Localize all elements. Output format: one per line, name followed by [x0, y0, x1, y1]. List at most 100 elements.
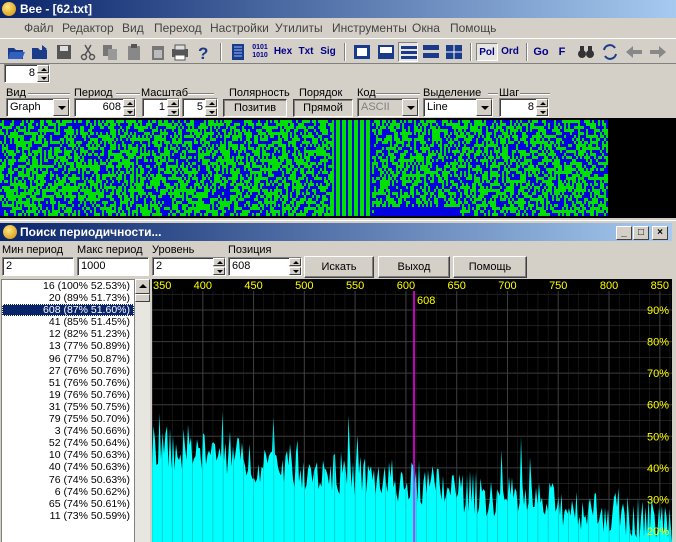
open-folder-icon[interactable]: [6, 42, 26, 62]
help-question-icon[interactable]: ?: [193, 42, 213, 62]
scroll-thumb[interactable]: [135, 294, 150, 302]
window-title-bar[interactable]: Bee - [62.txt]: [0, 0, 676, 18]
menu-windows[interactable]: Окна: [412, 21, 440, 35]
result-row[interactable]: 608 (87% 51.60%): [2, 304, 134, 317]
dialog-app-icon: [3, 225, 17, 239]
view-dropdown-arrow[interactable]: [53, 99, 69, 116]
spectrum-area: [152, 411, 672, 542]
polarity-positive-button[interactable]: Позитив: [223, 99, 287, 117]
max-period-input[interactable]: 1000: [77, 257, 149, 276]
result-row[interactable]: 3 (74% 50.66%): [2, 425, 134, 437]
dialog-title-bar[interactable]: Поиск периодичности... _ □ ×: [0, 223, 672, 241]
result-row[interactable]: 65 (74% 50.61%): [2, 498, 134, 510]
bit-view-icon[interactable]: [228, 42, 248, 62]
signal-mode-button[interactable]: Sig: [318, 43, 338, 61]
print-icon[interactable]: [170, 42, 190, 62]
level-spin-buttons[interactable]: [213, 258, 225, 275]
scale-spinner-2[interactable]: 5: [182, 98, 218, 117]
find-button[interactable]: F: [554, 43, 570, 61]
selection-dropdown-arrow[interactable]: [476, 99, 492, 116]
save-icon[interactable]: [54, 42, 74, 62]
layout-frame-icon[interactable]: [376, 42, 396, 62]
exit-button[interactable]: Выход: [378, 256, 450, 278]
period-spinner[interactable]: 608: [74, 98, 136, 117]
result-row[interactable]: 79 (75% 50.70%): [2, 413, 134, 425]
cut-icon[interactable]: [78, 42, 98, 62]
result-row[interactable]: 51 (76% 50.76%): [2, 377, 134, 389]
min-period-input[interactable]: 2: [2, 257, 74, 276]
order-direct-button[interactable]: Прямой: [293, 99, 353, 117]
back-arrow-icon[interactable]: [624, 42, 644, 62]
polarity-toggle-button[interactable]: Pol: [476, 43, 498, 61]
max-period-label: Макс период: [77, 244, 143, 256]
maximize-button[interactable]: □: [633, 226, 649, 240]
results-scrollbar[interactable]: [135, 279, 150, 542]
text-mode-button[interactable]: Txt: [296, 43, 316, 61]
forward-arrow-icon[interactable]: [648, 42, 668, 62]
result-row[interactable]: 16 (100% 52.53%): [2, 280, 134, 292]
menu-utilities[interactable]: Утилиты: [275, 21, 323, 35]
result-row[interactable]: 40 (74% 50.63%): [2, 461, 134, 473]
y-tick-label: 70%: [647, 368, 669, 380]
result-row[interactable]: 13 (77% 50.89%): [2, 340, 134, 352]
menu-editor[interactable]: Редактор: [62, 21, 114, 35]
result-row[interactable]: 96 (77% 50.87%): [2, 353, 134, 365]
paste-icon[interactable]: [124, 42, 144, 62]
refresh-arrows-icon[interactable]: [600, 42, 620, 62]
bit-graph-view[interactable]: [0, 118, 676, 218]
menu-tools[interactable]: Инструменты: [332, 21, 407, 35]
result-row[interactable]: 19 (76% 50.76%): [2, 389, 134, 401]
search-button[interactable]: Искать: [304, 256, 374, 278]
x-tick-label: 700: [498, 280, 516, 292]
result-row[interactable]: 12 (82% 51.23%): [2, 328, 134, 340]
open-recent-icon[interactable]: [30, 42, 50, 62]
layout-rows-icon[interactable]: [398, 42, 418, 62]
step-spinner[interactable]: 8: [499, 98, 549, 117]
menu-navigate[interactable]: Переход: [154, 21, 202, 35]
result-row[interactable]: 20 (89% 51.73%): [2, 292, 134, 304]
result-row[interactable]: 27 (76% 50.76%): [2, 365, 134, 377]
period-results-list[interactable]: 16 (100% 52.53%) 20 (89% 51.73%) 608 (87% …: [1, 279, 135, 542]
bits-per-row-spin-buttons[interactable]: [37, 65, 49, 82]
selection-select[interactable]: Line: [423, 98, 493, 117]
result-row[interactable]: 6 (74% 50.62%): [2, 486, 134, 498]
scale-spin-buttons-1[interactable]: [167, 99, 179, 116]
close-button[interactable]: ×: [652, 226, 668, 240]
layout-grid-icon[interactable]: [444, 42, 464, 62]
hex-mode-button[interactable]: Hex: [272, 43, 294, 61]
result-row[interactable]: 52 (74% 50.64%): [2, 437, 134, 449]
scale-spinner-1[interactable]: 1: [142, 98, 180, 117]
result-row[interactable]: 41 (85% 51.45%): [2, 316, 134, 328]
level-spinner[interactable]: 2: [152, 257, 226, 276]
bit-graph-canvas[interactable]: [0, 118, 676, 218]
menu-settings[interactable]: Настройки: [210, 21, 269, 35]
position-spinner[interactable]: 608: [228, 257, 302, 276]
result-row[interactable]: 10 (74% 50.63%): [2, 449, 134, 461]
step-spin-buttons[interactable]: [536, 99, 548, 116]
x-tick-label: 450: [244, 280, 262, 292]
scroll-up-arrow[interactable]: [135, 279, 150, 294]
result-row[interactable]: 11 (73% 50.59%): [2, 510, 134, 522]
binoculars-icon[interactable]: [576, 42, 596, 62]
periodicity-spectrum-chart[interactable]: 608 350 400 450 500 550 600 650 700 750 800 850 90% 8…: [152, 279, 672, 542]
binary-mode-button[interactable]: 0101 1010: [250, 43, 270, 61]
menu-file[interactable]: Файл: [24, 21, 54, 35]
position-spin-buttons[interactable]: [289, 258, 301, 275]
result-row[interactable]: 31 (75% 50.75%): [2, 401, 134, 413]
result-row[interactable]: 76 (74% 50.63%): [2, 474, 134, 486]
menu-help[interactable]: Помощь: [450, 21, 496, 35]
view-select[interactable]: Graph: [6, 98, 70, 117]
bits-per-row-spinner[interactable]: 8: [4, 64, 50, 83]
copy-icon[interactable]: [100, 42, 120, 62]
layout-split-icon[interactable]: [421, 42, 441, 62]
order-toggle-button[interactable]: Ord: [499, 43, 521, 61]
menu-view[interactable]: Вид: [122, 21, 144, 35]
clipboard-icon[interactable]: [148, 42, 168, 62]
period-spin-buttons[interactable]: [123, 99, 135, 116]
go-button[interactable]: Go: [532, 43, 550, 61]
minimize-button[interactable]: _: [616, 226, 632, 240]
scale-spin-buttons-2[interactable]: [205, 99, 217, 116]
layout-single-icon[interactable]: [352, 42, 372, 62]
spectrum-canvas[interactable]: 608 350 400 450 500 550 600 650 700 750 800 850 90% 8…: [152, 279, 672, 542]
help-button[interactable]: Помощь: [453, 256, 527, 278]
